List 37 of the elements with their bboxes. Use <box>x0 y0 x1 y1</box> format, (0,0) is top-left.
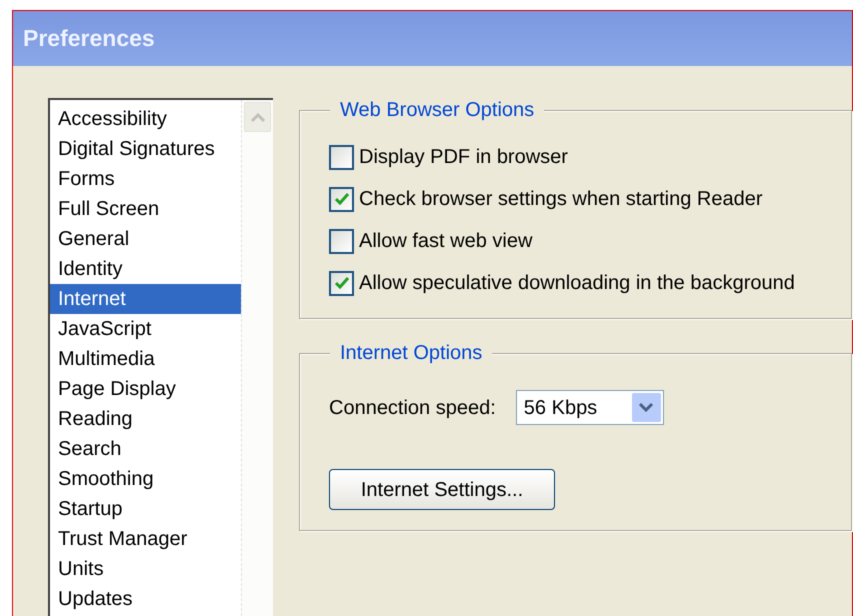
checkbox[interactable] <box>329 270 354 296</box>
category-item[interactable]: JavaScript <box>50 314 241 344</box>
category-item[interactable]: Forms <box>50 164 241 194</box>
category-item[interactable]: Search <box>50 434 241 464</box>
category-item[interactable]: General <box>50 224 241 254</box>
internet-settings-button[interactable]: Internet Settings... <box>329 469 555 510</box>
option-label: Allow speculative downloading in the background <box>359 271 795 296</box>
category-item[interactable]: Startup <box>50 494 241 524</box>
option-label: Allow fast web view <box>359 229 532 254</box>
category-item[interactable]: Smoothing <box>50 464 241 494</box>
option-checkbox[interactable]: Check browser settings when starting Reader <box>329 185 851 213</box>
category-item[interactable]: Trust Manager <box>50 524 241 554</box>
option-checkbox[interactable]: Allow speculative downloading in the background <box>329 269 851 297</box>
category-item[interactable]: Accessibility <box>50 104 241 134</box>
option-checkbox[interactable]: Allow fast web view <box>329 227 851 255</box>
option-label: Display PDF in browser <box>359 145 568 170</box>
category-item[interactable]: Updates <box>50 584 241 614</box>
category-item[interactable]: Identity <box>50 254 241 284</box>
option-checkbox[interactable]: Display PDF in browser <box>329 143 851 171</box>
checkbox[interactable] <box>329 144 354 170</box>
connection-speed-dropdown[interactable]: 56 Kbps <box>516 390 664 425</box>
scrollbar[interactable] <box>241 100 273 616</box>
checkbox[interactable] <box>329 228 354 254</box>
up-caret-icon <box>250 112 264 122</box>
checkmark-icon <box>334 193 348 205</box>
checkmark-icon <box>334 277 348 289</box>
category-item[interactable]: Full Screen <box>50 194 241 224</box>
category-item[interactable]: Internet <box>50 284 241 314</box>
window-title: Preferences <box>23 24 155 54</box>
category-item[interactable]: Page Display <box>50 374 241 404</box>
category-item[interactable]: Multimedia <box>50 344 241 374</box>
checkbox[interactable] <box>329 186 354 212</box>
field-label: Connection speed: <box>329 396 496 420</box>
option-label: Check browser settings when starting Reader <box>359 187 763 212</box>
category-item[interactable]: Digital Signatures <box>50 134 241 164</box>
category-item[interactable]: Reading <box>50 404 241 434</box>
category-item[interactable]: Units <box>50 554 241 584</box>
